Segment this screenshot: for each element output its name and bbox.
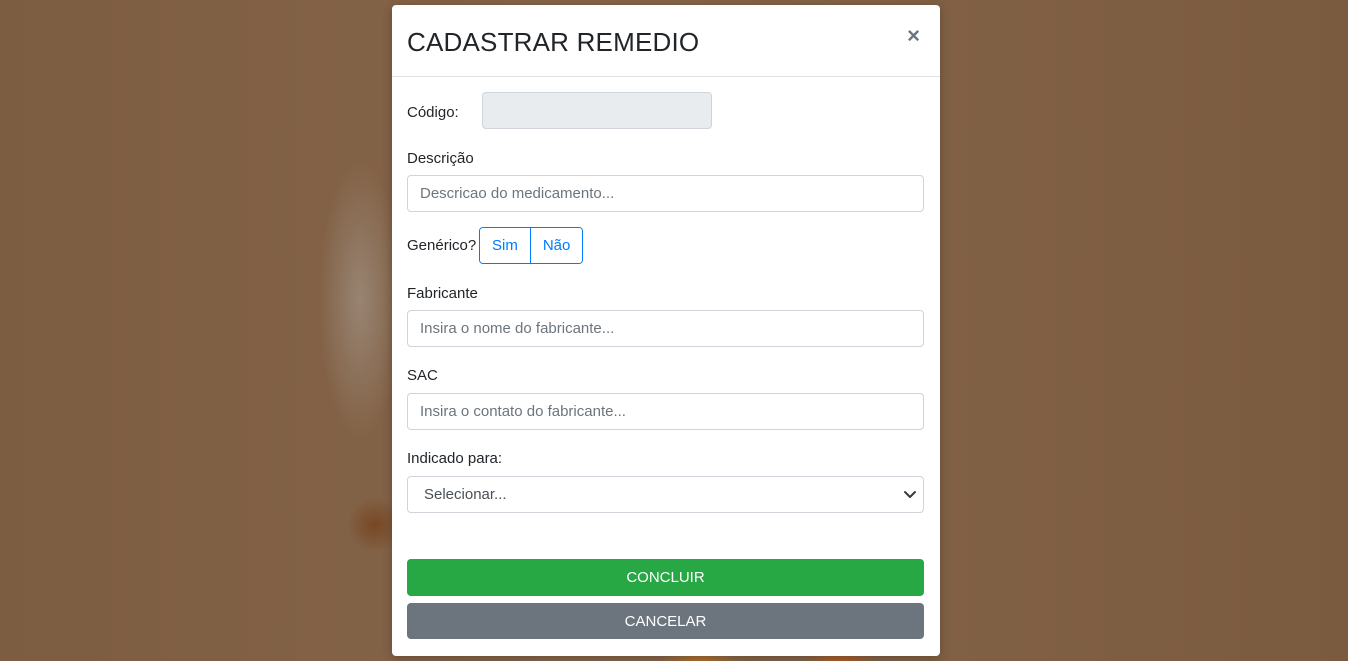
chevron-down-icon (904, 491, 916, 498)
sac-label: SAC (407, 367, 438, 384)
indicado-selected-value: Selecionar... (424, 486, 507, 503)
indicado-label: Indicado para: (407, 450, 503, 467)
cancelar-button[interactable]: CANCELAR (407, 603, 924, 639)
sac-input[interactable] (407, 393, 924, 430)
generico-toggle-group: Sim Não (479, 227, 584, 264)
concluir-button[interactable]: CONCLUIR (407, 559, 924, 596)
fabricante-label: Fabricante (407, 285, 478, 302)
codigo-label: Código: (407, 104, 459, 121)
modal-title: CADASTRAR REMEDIO (407, 27, 700, 57)
close-button[interactable]: × (903, 23, 924, 49)
codigo-field[interactable] (482, 92, 712, 129)
generico-nao-button[interactable]: Não (529, 228, 583, 263)
generico-label: Genérico? (407, 237, 477, 254)
indicado-select[interactable]: Selecionar... (407, 476, 924, 513)
close-icon: × (907, 23, 920, 48)
generico-sim-button[interactable]: Sim (480, 228, 530, 263)
descricao-label: Descrição (407, 150, 474, 167)
register-medicine-modal: CADASTRAR REMEDIO × Código: Descrição Ge… (392, 5, 940, 656)
fabricante-input[interactable] (407, 310, 924, 347)
modal-header: CADASTRAR REMEDIO × (392, 5, 940, 77)
descricao-input[interactable] (407, 175, 924, 212)
